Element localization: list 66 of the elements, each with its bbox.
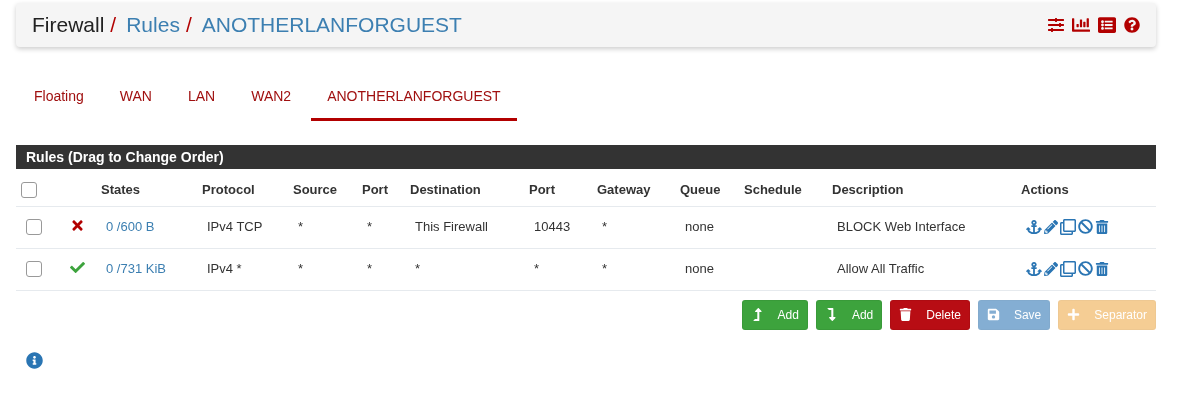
table-cell: * xyxy=(298,219,304,235)
select-all-checkbox[interactable] xyxy=(21,181,37,198)
table-cell: * xyxy=(602,261,608,277)
sliders-icon[interactable] xyxy=(1048,17,1064,33)
table-cell: * xyxy=(367,261,373,277)
table-cell: BLOCK Web Interface xyxy=(837,219,966,235)
table-cell: 10443 xyxy=(534,219,571,235)
edit-icon[interactable] xyxy=(1044,219,1058,234)
column-header: Schedule xyxy=(744,181,802,197)
edit-icon[interactable] xyxy=(1044,261,1058,276)
column-header: Port xyxy=(362,181,388,197)
breadcrumb-link[interactable]: ANOTHERLANFORGUEST xyxy=(201,13,462,37)
tab[interactable]: ANOTHERLANFORGUEST xyxy=(311,76,517,121)
table-cell: Allow All Traffic xyxy=(837,261,925,277)
breadcrumb-separator: / xyxy=(110,13,117,37)
column-header: Description xyxy=(832,181,904,197)
delete-icon[interactable] xyxy=(1095,261,1109,276)
bar-chart-icon[interactable] xyxy=(1072,16,1090,34)
delete-button[interactable]: Delete xyxy=(890,299,970,330)
table-cell: * xyxy=(415,261,421,277)
table-cell: IPv4 * xyxy=(207,261,242,277)
anchor-icon[interactable] xyxy=(1026,218,1042,235)
table-cell: * xyxy=(367,219,373,235)
breadcrumb-text: Firewall xyxy=(32,13,105,37)
row-checkbox[interactable] xyxy=(26,260,42,277)
tab[interactable]: LAN xyxy=(171,76,232,121)
save-icon xyxy=(986,308,1000,322)
column-header: Queue xyxy=(680,181,721,197)
table-cell: This Firewall xyxy=(415,219,488,235)
anchor-icon[interactable] xyxy=(1026,260,1042,277)
tab[interactable]: Floating xyxy=(18,76,100,121)
trash-icon xyxy=(899,308,913,322)
table-cell: none xyxy=(685,219,714,235)
disable-icon[interactable] xyxy=(1078,219,1093,235)
table-cell: * xyxy=(298,261,304,277)
breadcrumb-link[interactable]: Rules xyxy=(126,13,180,37)
column-header: Port xyxy=(529,181,555,197)
info-icon[interactable] xyxy=(26,351,43,369)
column-header: Source xyxy=(293,181,338,197)
list-icon[interactable] xyxy=(1098,16,1116,34)
states-link[interactable]: 0 /600 B xyxy=(106,219,155,235)
table-cell: IPv4 TCP xyxy=(207,219,263,235)
column-header: Actions xyxy=(1021,181,1069,197)
copy-icon[interactable] xyxy=(1060,218,1076,235)
panel-header: Rules (Drag to Change Order) xyxy=(16,145,1156,169)
states-link[interactable]: 0 /731 KiB xyxy=(106,261,166,277)
row-checkbox[interactable] xyxy=(26,218,42,235)
tab[interactable]: WAN xyxy=(103,76,168,121)
column-header: Protocol xyxy=(202,181,255,197)
tab[interactable]: WAN2 xyxy=(235,76,308,121)
help-icon[interactable] xyxy=(1124,17,1140,33)
disable-icon[interactable] xyxy=(1078,261,1093,277)
column-header: Destination xyxy=(410,181,481,197)
table-cell: * xyxy=(534,261,540,277)
plus-icon xyxy=(1067,308,1081,322)
column-header: States xyxy=(101,181,141,197)
copy-icon[interactable] xyxy=(1060,260,1076,277)
add-button[interactable]: Add xyxy=(815,299,883,330)
check-icon xyxy=(70,259,85,275)
table-cell: none xyxy=(685,261,714,277)
breadcrumb-separator: / xyxy=(185,13,192,37)
table-cell: * xyxy=(602,219,608,235)
delete-icon[interactable] xyxy=(1095,219,1109,234)
column-header: Gateway xyxy=(597,181,651,197)
cross-icon xyxy=(70,217,85,233)
add-button[interactable]: Add xyxy=(741,299,808,330)
